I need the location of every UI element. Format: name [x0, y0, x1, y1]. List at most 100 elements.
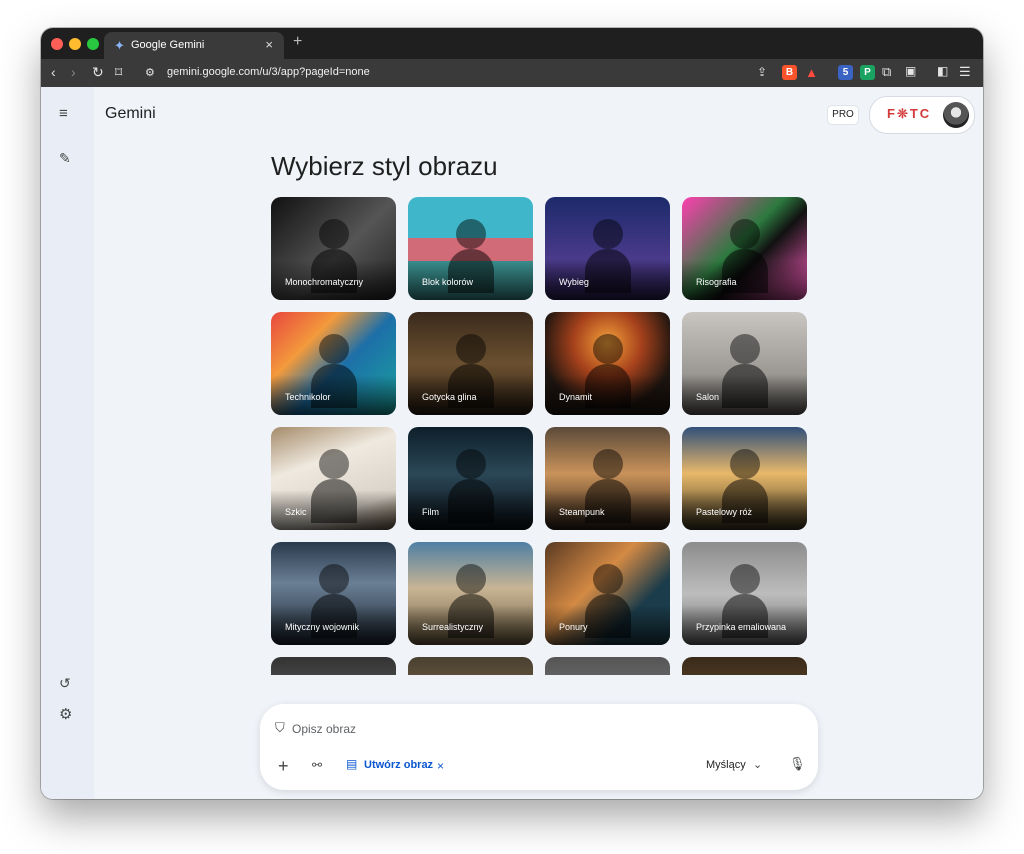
shield-icon: ⛉: [275, 720, 285, 735]
style-card[interactable]: Monochromatyczny: [271, 197, 396, 300]
new-tab-button[interactable]: +: [293, 33, 302, 51]
back-icon[interactable]: ‹: [51, 64, 56, 80]
address-bar[interactable]: gemini.google.com/u/3/app?pageId=none: [167, 66, 370, 78]
browser-toolbar: ‹ › ↻ ⌑ ⚙ gemini.google.com/u/3/app?page…: [41, 59, 983, 87]
style-card[interactable]: [682, 657, 807, 675]
style-card-label: Risografia: [696, 277, 737, 287]
style-card-label: Mityczny wojownik: [285, 622, 360, 632]
style-card-label: Salon: [696, 392, 720, 402]
style-preview-figure: [729, 449, 760, 479]
style-card[interactable]: Film: [408, 427, 533, 530]
pro-badge: PRO: [827, 105, 859, 125]
style-card[interactable]: [408, 657, 533, 675]
style-card-label: Steampunk: [559, 507, 605, 517]
forward-icon[interactable]: ›: [71, 64, 76, 80]
style-preview-figure: [592, 449, 623, 479]
style-card[interactable]: Szkic: [271, 427, 396, 530]
style-preview-figure: [455, 449, 486, 479]
brave-shields-icon[interactable]: B: [782, 65, 797, 80]
style-card[interactable]: [545, 657, 670, 675]
prompt-input[interactable]: Opisz obraz: [292, 722, 356, 736]
activity-history-icon[interactable]: ↺: [59, 675, 71, 692]
style-preview-figure: [318, 219, 349, 249]
mode-selector[interactable]: Myślący: [706, 759, 746, 771]
share-icon[interactable]: ⇪: [757, 65, 767, 79]
tools-icon[interactable]: ⚯: [312, 758, 322, 772]
search-extension-icon[interactable]: P: [860, 65, 875, 80]
style-card-label: Dynamit: [559, 392, 593, 402]
site-settings-icon[interactable]: ⚙: [145, 66, 155, 79]
menu-icon[interactable]: ☰: [959, 64, 971, 80]
tab-strip: ✦ Google Gemini × +: [41, 28, 983, 59]
style-preview-figure: [455, 564, 486, 594]
chevron-down-icon[interactable]: ⌄: [753, 758, 762, 771]
style-preview-figure: [592, 564, 623, 594]
style-card-label: Monochromatyczny: [285, 277, 364, 287]
style-card-label: Technikolor: [285, 392, 331, 402]
style-card-label: Pastelowy róż: [696, 507, 753, 517]
style-card-label: Gotycka glina: [422, 392, 477, 402]
settings-gear-icon[interactable]: ⚙: [59, 705, 72, 723]
style-preview-figure: [729, 219, 760, 249]
style-preview-figure: [318, 564, 349, 594]
style-card[interactable]: Ponury: [545, 542, 670, 645]
style-preview-figure: [729, 334, 760, 364]
tab-title: Google Gemini: [131, 39, 205, 51]
account-switcher[interactable]: F❊TC: [869, 96, 975, 134]
chip-close-button[interactable]: ×: [437, 759, 444, 773]
extension-icon[interactable]: 5: [838, 65, 853, 80]
style-card-label: Wybieg: [559, 277, 589, 287]
style-preview-figure: [455, 219, 486, 249]
minimize-window-button[interactable]: [69, 38, 81, 50]
close-window-button[interactable]: [51, 38, 63, 50]
style-preview-figure: [318, 449, 349, 479]
bookmark-icon[interactable]: ⌑: [115, 64, 122, 81]
app-title[interactable]: Gemini: [105, 105, 156, 123]
style-card[interactable]: Przypinka emaliowana: [682, 542, 807, 645]
wallet-icon[interactable]: ▣: [905, 64, 916, 78]
add-icon[interactable]: +: [278, 756, 289, 777]
style-card[interactable]: Blok kolorów: [408, 197, 533, 300]
prompt-composer: ⛉ Opisz obraz + ⚯ ▤ Utwórz obraz × Myślą…: [260, 704, 818, 790]
tab-close-button[interactable]: ×: [265, 37, 273, 52]
maximize-window-button[interactable]: [87, 38, 99, 50]
style-card-label: Surrealistyczny: [422, 622, 484, 632]
gemini-sparkle-icon: ✦: [114, 38, 125, 53]
style-card[interactable]: Risografia: [682, 197, 807, 300]
reload-icon[interactable]: ↻: [92, 64, 104, 81]
image-gallery-icon: ▤: [346, 757, 358, 771]
style-card-label: Ponury: [559, 622, 588, 632]
tab-gemini[interactable]: ✦ Google Gemini ×: [104, 32, 284, 59]
style-card[interactable]: Mityczny wojownik: [271, 542, 396, 645]
style-grid: Monochromatyczny Blok kolorów Wybieg Risogr…: [271, 197, 808, 675]
style-card[interactable]: Technikolor: [271, 312, 396, 415]
style-card[interactable]: [271, 657, 396, 675]
gemini-page: ≡ ✎ ↺ ⚙ Gemini PRO F❊TC Wybierz styl obr…: [41, 87, 983, 799]
browser-window: ✦ Google Gemini × + ‹ › ↻ ⌑ ⚙ gemini.goo…: [41, 28, 983, 799]
sidebar-toggle-icon[interactable]: ◧: [937, 64, 948, 78]
create-image-chip[interactable]: Utwórz obraz: [364, 759, 433, 771]
brave-rewards-icon[interactable]: ▲: [804, 65, 819, 80]
style-preview-figure: [318, 334, 349, 364]
main-menu-icon[interactable]: ≡: [59, 105, 68, 122]
style-card[interactable]: Steampunk: [545, 427, 670, 530]
style-preview-figure: [592, 334, 623, 364]
style-card[interactable]: Gotycka glina: [408, 312, 533, 415]
style-card-label: Szkic: [285, 507, 307, 517]
style-card-label: Przypinka emaliowana: [696, 622, 787, 632]
new-chat-icon[interactable]: ✎: [59, 150, 71, 167]
style-card[interactable]: Dynamit: [545, 312, 670, 415]
style-card[interactable]: Salon: [682, 312, 807, 415]
side-rail: ≡ ✎ ↺ ⚙: [41, 87, 94, 799]
style-card[interactable]: Wybieg: [545, 197, 670, 300]
style-card[interactable]: Pastelowy róż: [682, 427, 807, 530]
style-card[interactable]: Surrealistyczny: [408, 542, 533, 645]
style-card-label: Blok kolorów: [422, 277, 474, 287]
style-preview-figure: [729, 564, 760, 594]
style-preview-figure: [455, 334, 486, 364]
style-card-label: Film: [422, 507, 439, 517]
page-title: Wybierz styl obrazu: [271, 151, 498, 181]
microphone-icon[interactable]: 🎙: [789, 756, 806, 772]
extensions-puzzle-icon[interactable]: ⧉: [882, 64, 891, 80]
style-preview-figure: [592, 219, 623, 249]
